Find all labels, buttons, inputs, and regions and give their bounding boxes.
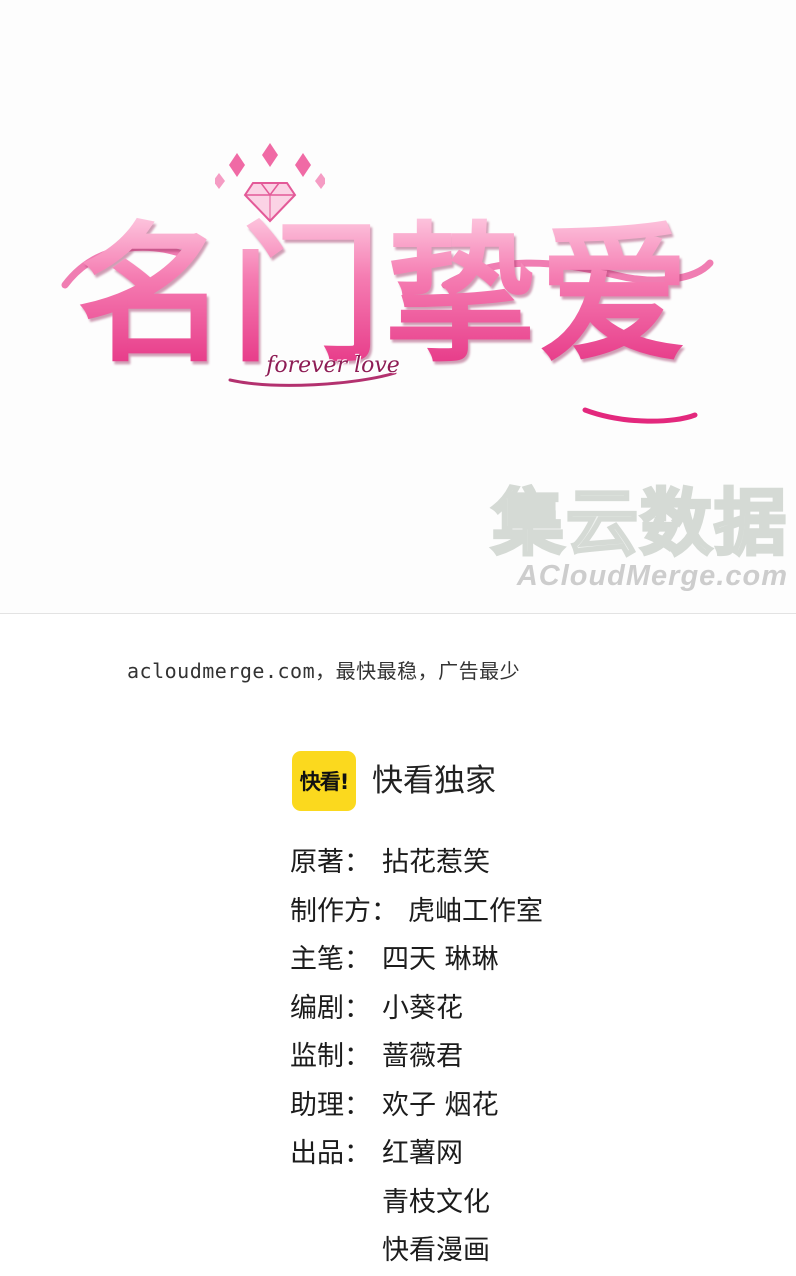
promo-text: acloudmerge.com，最快最稳，广告最少: [127, 659, 521, 683]
credit-row-supervisor: 监制： 蔷薇君: [290, 1033, 543, 1082]
credit-label: 监制：: [290, 1041, 371, 1072]
credit-value: 蔷薇君: [382, 1041, 463, 1072]
comic-title-logo: 名门挚爱 forever love: [55, 135, 715, 445]
site-watermark: 集云数据 ACloudMerge.com: [452, 481, 788, 593]
credit-label: 助理：: [290, 1089, 371, 1121]
cover-panel: 名门挚爱 forever love 集云数据 ACloudMerge.com: [0, 0, 796, 614]
credit-row-producer: 制作方： 虎岫工作室: [290, 888, 543, 937]
credit-value: 小葵花: [382, 992, 463, 1024]
credit-row-publisher: 出品： 红薯网: [290, 1130, 543, 1179]
credit-value: 快看漫画: [382, 1235, 490, 1266]
credit-row-assistant: 助理： 欢子 烟花: [290, 1082, 543, 1131]
credit-row-writer: 编剧： 小葵花: [290, 985, 543, 1034]
credit-value: 虎岫工作室: [408, 895, 543, 927]
credit-value: 红薯网: [382, 1138, 463, 1169]
credit-row-publisher-extra: 快看漫画: [290, 1227, 543, 1276]
credit-value: 青枝文化: [382, 1186, 490, 1218]
credit-label: 主笔：: [290, 944, 371, 975]
credit-label: 原著：: [290, 847, 371, 878]
credit-row-artist: 主笔： 四天 琳琳: [290, 936, 543, 985]
exclusive-label: 快看独家: [372, 763, 496, 799]
credit-value: 四天 琳琳: [382, 944, 499, 975]
credit-row-author: 原著： 拈花惹笑: [290, 839, 543, 888]
credit-label: 编剧：: [290, 992, 371, 1024]
credits-list: 原著： 拈花惹笑 制作方： 虎岫工作室 主笔： 四天 琳琳 编剧： 小葵花 监制： 蔷薇君…: [290, 839, 543, 1276]
watermark-cn: 集云数据: [490, 481, 788, 566]
credit-label: 出品：: [290, 1138, 371, 1169]
credit-label: 制作方：: [290, 895, 398, 927]
credit-value: 欢子 烟花: [382, 1089, 499, 1121]
comic-subtitle: forever love: [266, 353, 400, 378]
credit-value: 拈花惹笑: [382, 847, 490, 878]
credit-row-publisher-extra: 青枝文化: [290, 1179, 543, 1228]
kuaikan-logo-icon: 快看!: [292, 751, 356, 811]
